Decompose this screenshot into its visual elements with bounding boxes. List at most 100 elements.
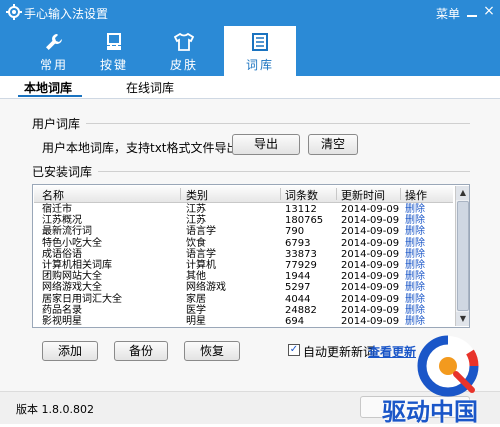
shirt-icon bbox=[174, 32, 194, 51]
cell-updated: 2014-09-09 bbox=[341, 215, 400, 227]
divider bbox=[98, 171, 470, 172]
column-separator bbox=[400, 188, 401, 200]
cell-count: 5297 bbox=[285, 282, 311, 294]
user-dictionary-description: 用户本地词库，支持txt格式文件导出 bbox=[42, 141, 239, 155]
cell-name: 宿迁市 bbox=[42, 204, 72, 215]
cell-category: 医学 bbox=[186, 304, 206, 316]
cell-category: 江苏 bbox=[186, 204, 206, 215]
delete-link[interactable]: 删除 bbox=[405, 305, 425, 316]
delete-link[interactable]: 删除 bbox=[405, 226, 425, 237]
sub-navigation: 本地词库 在线词库 bbox=[0, 76, 500, 98]
cell-name: 最新流行词 bbox=[42, 226, 92, 238]
active-tab-underline bbox=[18, 95, 82, 97]
cell-updated: 2014-09-09 bbox=[341, 304, 400, 316]
auto-update-label[interactable]: 自动更新新词 bbox=[303, 343, 375, 360]
delete-link[interactable]: 删除 bbox=[405, 282, 425, 293]
tab-keys[interactable]: 按键 bbox=[80, 26, 148, 76]
watermark-text: 驱动中国 bbox=[382, 398, 478, 426]
cell-name: 特色小吃大全 bbox=[42, 237, 102, 249]
cell-updated: 2014-09-09 bbox=[341, 204, 400, 215]
cell-updated: 2014-09-09 bbox=[341, 248, 400, 260]
tab-online-dictionary[interactable]: 在线词库 bbox=[126, 79, 174, 96]
table-row[interactable]: 宿迁市 江苏 13112 2014-09-09 删除 bbox=[34, 204, 453, 215]
menu-button[interactable]: 菜单 bbox=[436, 5, 460, 22]
tab-common[interactable]: 常用 bbox=[20, 26, 88, 76]
auto-update-checkbox[interactable]: ✓ bbox=[288, 344, 300, 356]
table-row[interactable]: 江苏概况 江苏 180765 2014-09-09 删除 bbox=[34, 215, 453, 226]
cell-category: 其他 bbox=[186, 271, 206, 283]
tab-bar: 常用 按键 皮肤 词库 bbox=[0, 26, 500, 76]
cell-category: 江苏 bbox=[186, 215, 206, 227]
cell-name: 药品名录 bbox=[42, 304, 82, 316]
scroll-up-icon[interactable]: ▲ bbox=[456, 186, 469, 200]
cell-category: 网络游戏 bbox=[186, 282, 226, 294]
cell-category: 饮食 bbox=[186, 237, 206, 249]
backup-button[interactable]: 备份 bbox=[114, 341, 168, 361]
clear-button[interactable]: 清空 bbox=[308, 134, 358, 155]
table-row[interactable]: 影视明星 明星 694 2014-09-09 删除 bbox=[34, 316, 453, 327]
table-row[interactable]: 特色小吃大全 饮食 6793 2014-09-09 删除 bbox=[34, 238, 453, 249]
export-button[interactable]: 导出 bbox=[232, 134, 300, 155]
add-button[interactable]: 添加 bbox=[42, 341, 98, 361]
checkmark-icon: ✓ bbox=[289, 344, 299, 355]
delete-link[interactable]: 删除 bbox=[405, 238, 425, 249]
scrollbar-thumb[interactable] bbox=[457, 201, 469, 311]
cell-count: 694 bbox=[285, 316, 305, 327]
dictionary-list: 名称 类别 词条数 更新时间 操作 宿迁市 江苏 13112 2014-09-09 删除… bbox=[32, 184, 470, 328]
cell-count: 1944 bbox=[285, 271, 311, 283]
delete-link[interactable]: 删除 bbox=[405, 316, 425, 327]
column-header-updated[interactable]: 更新时间 bbox=[341, 187, 385, 203]
cell-name: 居家日用词汇大全 bbox=[42, 293, 122, 305]
cell-updated: 2014-09-09 bbox=[341, 316, 400, 327]
cell-name: 计算机相关词库 bbox=[42, 260, 112, 271]
scroll-down-icon[interactable]: ▼ bbox=[456, 312, 469, 326]
delete-link[interactable]: 删除 bbox=[405, 271, 425, 282]
cell-count: 6793 bbox=[285, 237, 311, 249]
cell-category: 计算机 bbox=[186, 260, 216, 271]
vertical-scrollbar[interactable]: ▲ ▼ bbox=[455, 186, 469, 326]
tab-label: 皮肤 bbox=[169, 58, 198, 72]
table-row[interactable]: 网络游戏大全 网络游戏 5297 2014-09-09 删除 bbox=[34, 282, 453, 293]
cell-name: 成语俗语 bbox=[42, 248, 82, 260]
column-separator bbox=[336, 188, 337, 200]
cell-updated: 2014-09-09 bbox=[341, 271, 400, 283]
delete-link[interactable]: 删除 bbox=[405, 204, 425, 215]
cell-name: 团购网站大全 bbox=[42, 271, 102, 283]
table-row[interactable]: 成语俗语 语言学 33873 2014-09-09 删除 bbox=[34, 249, 453, 260]
tab-label: 按键 bbox=[99, 58, 128, 72]
document-icon bbox=[252, 33, 268, 51]
column-header-count[interactable]: 词条数 bbox=[285, 187, 318, 203]
cell-name: 影视明星 bbox=[42, 316, 82, 327]
table-row[interactable]: 居家日用词汇大全 家居 4044 2014-09-09 删除 bbox=[34, 294, 453, 305]
close-icon[interactable]: × bbox=[482, 4, 496, 18]
column-header-category[interactable]: 类别 bbox=[186, 187, 208, 203]
gear-icon bbox=[6, 4, 22, 20]
installed-dictionaries-title: 已安装词库 bbox=[32, 165, 93, 179]
wrench-icon bbox=[46, 34, 62, 50]
table-row[interactable]: 团购网站大全 其他 1944 2014-09-09 删除 bbox=[34, 271, 453, 282]
divider bbox=[86, 123, 470, 124]
restore-button[interactable]: 恢复 bbox=[184, 341, 240, 361]
delete-link[interactable]: 删除 bbox=[405, 249, 425, 260]
tab-skin[interactable]: 皮肤 bbox=[150, 26, 218, 76]
view-update-link[interactable]: 查看更新 bbox=[368, 343, 416, 360]
cell-updated: 2014-09-09 bbox=[341, 226, 400, 238]
table-row[interactable]: 最新流行词 语言学 790 2014-09-09 删除 bbox=[34, 226, 453, 237]
cell-count: 4044 bbox=[285, 293, 311, 305]
delete-link[interactable]: 删除 bbox=[405, 294, 425, 305]
column-header-action[interactable]: 操作 bbox=[405, 187, 427, 203]
cell-category: 明星 bbox=[186, 316, 206, 327]
cell-category: 家居 bbox=[186, 293, 206, 305]
tab-local-dictionary[interactable]: 本地词库 bbox=[24, 79, 72, 96]
keyboard-icon bbox=[107, 33, 121, 50]
column-header-name[interactable]: 名称 bbox=[42, 187, 64, 203]
table-row[interactable]: 计算机相关词库 计算机 77929 2014-09-09 删除 bbox=[34, 260, 453, 271]
delete-link[interactable]: 删除 bbox=[405, 215, 425, 226]
column-separator bbox=[280, 188, 281, 200]
delete-link[interactable]: 删除 bbox=[405, 260, 425, 271]
tab-dictionary[interactable]: 词库 bbox=[224, 26, 296, 76]
minimize-icon[interactable] bbox=[466, 5, 478, 19]
cell-name: 江苏概况 bbox=[42, 215, 82, 227]
version-label: 版本 1.8.0.802 bbox=[16, 403, 94, 416]
table-row[interactable]: 药品名录 医学 24882 2014-09-09 删除 bbox=[34, 305, 453, 316]
